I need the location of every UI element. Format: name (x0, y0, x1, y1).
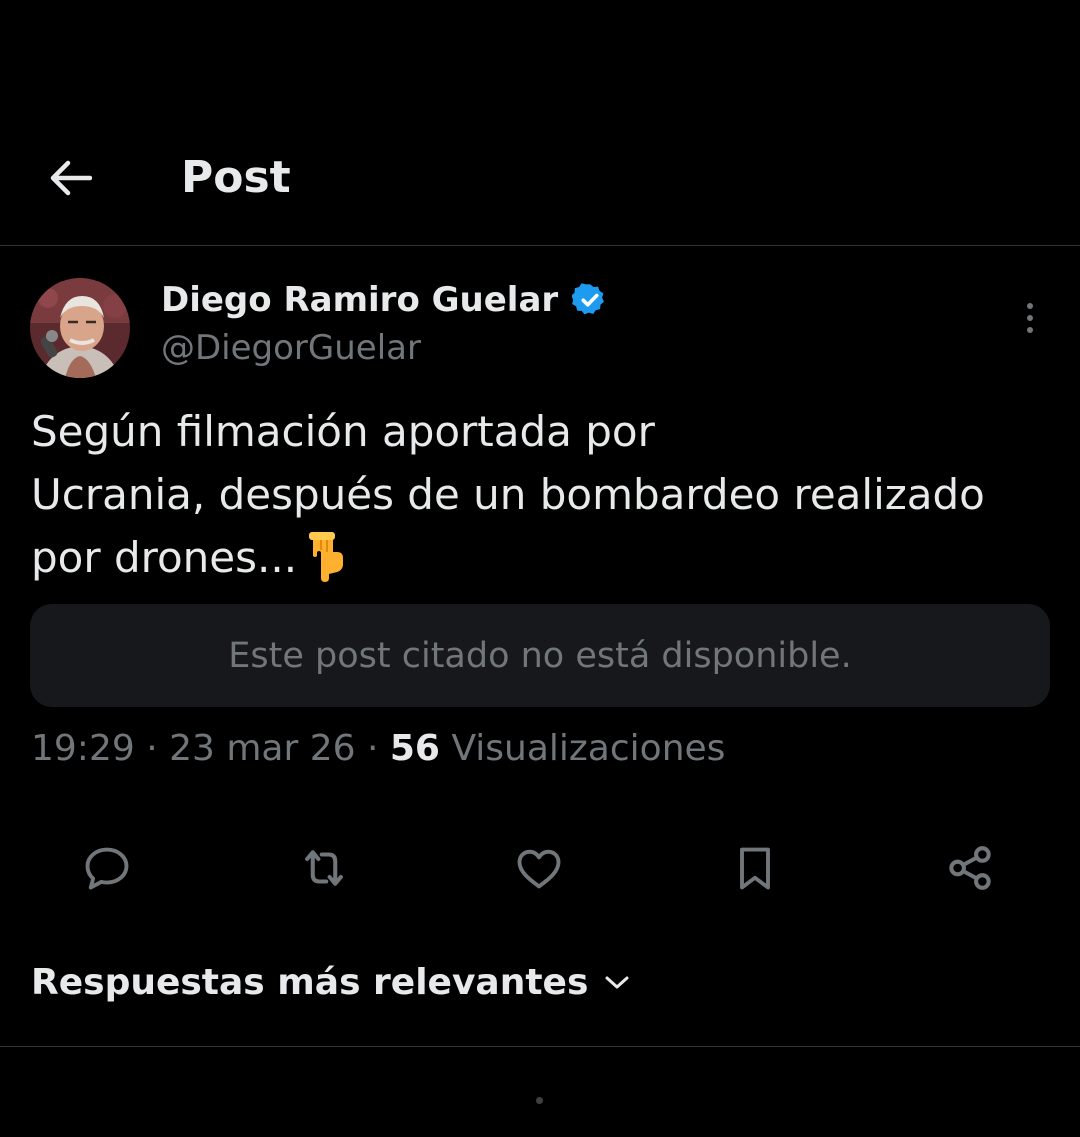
divider (0, 1046, 1080, 1047)
post-meta: 19:29 · 23 mar 26 · 56 Visualizaciones (31, 728, 726, 769)
views-count: 56 (389, 728, 440, 769)
post-time[interactable]: 19:29 (31, 728, 135, 769)
reply-button[interactable] (77, 838, 137, 898)
post-text: Según filmación aportada por Ucrania, de… (31, 400, 1051, 599)
views-label: Visualizaciones (451, 728, 726, 769)
more-options-button[interactable] (1010, 298, 1050, 338)
verified-badge-icon (572, 283, 605, 315)
author-handle[interactable]: @DiegorGuelar (161, 328, 421, 368)
post-text-line: Según filmación aportada por (31, 407, 655, 456)
author-name[interactable]: Diego Ramiro Guelar (161, 280, 558, 320)
replies-sort-dropdown[interactable]: Respuestas más relevantes (31, 962, 630, 1003)
replies-sort-label: Respuestas más relevantes (31, 962, 589, 1003)
like-button[interactable] (509, 838, 569, 898)
repost-icon (305, 850, 343, 886)
bookmark-button[interactable] (725, 838, 785, 898)
post-text-line: Ucrania, después de un bombardeo realiza… (31, 470, 985, 519)
bookmark-icon (740, 847, 770, 890)
quoted-post-unavailable: Este post citado no está disponible. (30, 604, 1050, 707)
chevron-down-icon (605, 976, 629, 988)
back-button[interactable] (44, 156, 96, 200)
author-name-row: Diego Ramiro Guelar (161, 280, 608, 320)
loading-dot (536, 1097, 543, 1104)
more-dots-icon (1027, 303, 1033, 309)
pointing-down-hand-emoji (301, 532, 345, 599)
repost-button[interactable] (294, 838, 354, 898)
action-bar (0, 838, 1080, 898)
page-title: Post (181, 152, 291, 203)
like-icon (517, 849, 561, 889)
share-button[interactable] (940, 838, 1000, 898)
post-text-line: por drones... (31, 526, 1051, 599)
top-bar: Post (0, 128, 1080, 246)
reply-icon (85, 847, 129, 890)
arrow-left-icon (50, 160, 92, 196)
share-icon (949, 846, 991, 890)
avatar[interactable] (30, 278, 130, 378)
post-date[interactable]: 23 mar 26 (169, 728, 355, 769)
